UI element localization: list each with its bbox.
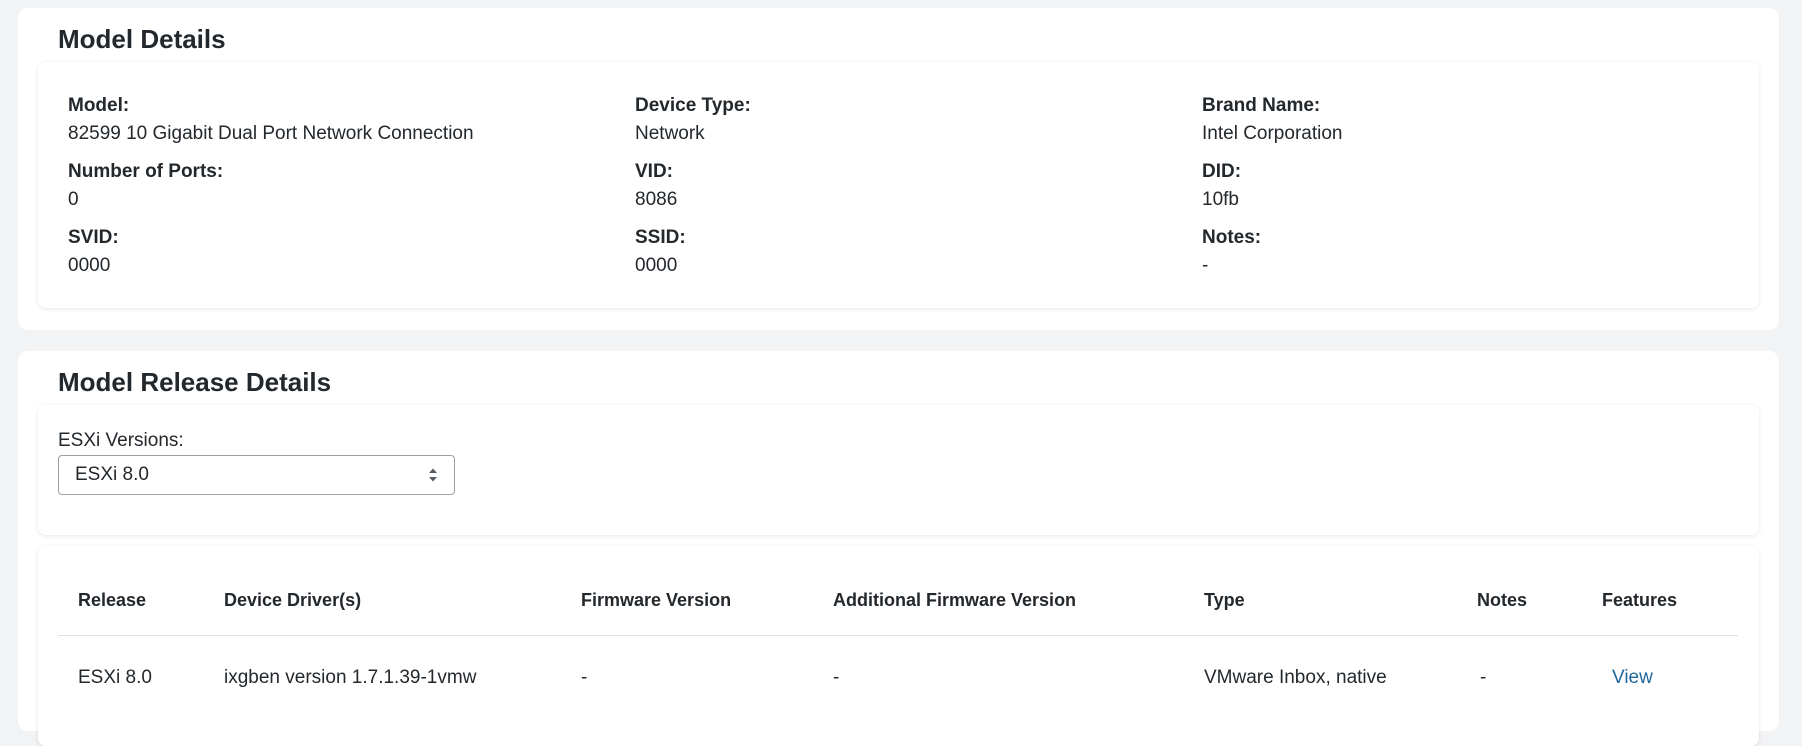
- column-header-release: Release: [78, 590, 147, 610]
- field-did: DID: 10fb: [1202, 160, 1241, 212]
- column-header-device-drivers: Device Driver(s): [224, 590, 362, 610]
- field-vid: VID: 8086: [635, 160, 677, 212]
- field-label: Device Type:: [635, 95, 751, 116]
- view-features-link[interactable]: View: [1612, 667, 1653, 689]
- field-value: Intel Corporation: [1202, 123, 1343, 144]
- select-arrows-icon: [429, 468, 437, 482]
- field-label: DID:: [1202, 161, 1242, 182]
- field-label: Brand Name:: [1202, 95, 1321, 116]
- model-details-title: Model Details: [58, 24, 226, 54]
- field-value: Network: [635, 123, 705, 144]
- esxi-versions-label: ESXi Versions:: [58, 430, 184, 451]
- column-header-features: Features: [1602, 590, 1678, 610]
- release-table-panel: Release Device Driver(s) Firmware Versio…: [38, 546, 1759, 746]
- field-value: -: [1202, 255, 1209, 276]
- esxi-versions-selected-value: ESXi 8.0: [75, 464, 149, 485]
- field-model: Model: 82599 10 Gigabit Dual Port Networ…: [68, 94, 474, 146]
- field-svid: SVID: 0000: [68, 226, 119, 278]
- field-label: SSID:: [635, 227, 686, 248]
- esxi-version-panel: ESXi Versions: ESXi 8.0: [38, 405, 1759, 535]
- cell-release: ESXi 8.0: [78, 667, 152, 688]
- model-release-details-card: Model Release Details ESXi Versions: ESX…: [18, 351, 1779, 746]
- field-label: Model:: [68, 95, 130, 116]
- column-header-additional-firmware-version: Additional Firmware Version: [833, 590, 1077, 610]
- field-brand-name: Brand Name: Intel Corporation: [1202, 94, 1342, 146]
- field-label: VID:: [635, 161, 673, 182]
- field-label: Number of Ports:: [68, 161, 224, 182]
- field-label: SVID:: [68, 227, 119, 248]
- table-header-divider: [58, 635, 1738, 636]
- model-details-panel: Model: 82599 10 Gigabit Dual Port Networ…: [38, 62, 1759, 308]
- cell-firmware-version: -: [581, 667, 588, 688]
- cell-notes: -: [1480, 667, 1487, 688]
- esxi-versions-select[interactable]: ESXi 8.0: [58, 455, 455, 495]
- field-value: 10fb: [1202, 189, 1239, 210]
- model-details-card: Model Details Model: 82599 10 Gigabit Du…: [18, 8, 1779, 330]
- field-value: 82599 10 Gigabit Dual Port Network Conne…: [68, 123, 474, 144]
- field-notes: Notes: -: [1202, 226, 1261, 278]
- model-release-details-title: Model Release Details: [58, 367, 332, 397]
- column-header-notes: Notes: [1477, 590, 1528, 610]
- column-header-type: Type: [1204, 590, 1245, 610]
- field-value: 0000: [635, 255, 678, 276]
- field-value: 8086: [635, 189, 678, 210]
- field-device-type: Device Type: Network: [635, 94, 751, 146]
- field-ssid: SSID: 0000: [635, 226, 686, 278]
- cell-type: VMware Inbox, native: [1204, 667, 1387, 688]
- field-value: 0: [68, 189, 79, 210]
- cell-additional-firmware-version: -: [833, 667, 840, 688]
- column-header-firmware-version: Firmware Version: [581, 590, 732, 610]
- field-label: Notes:: [1202, 227, 1262, 248]
- cell-device-driver: ixgben version 1.7.1.39-1vmw: [224, 667, 477, 688]
- field-value: 0000: [68, 255, 111, 276]
- field-number-of-ports: Number of Ports: 0: [68, 160, 223, 212]
